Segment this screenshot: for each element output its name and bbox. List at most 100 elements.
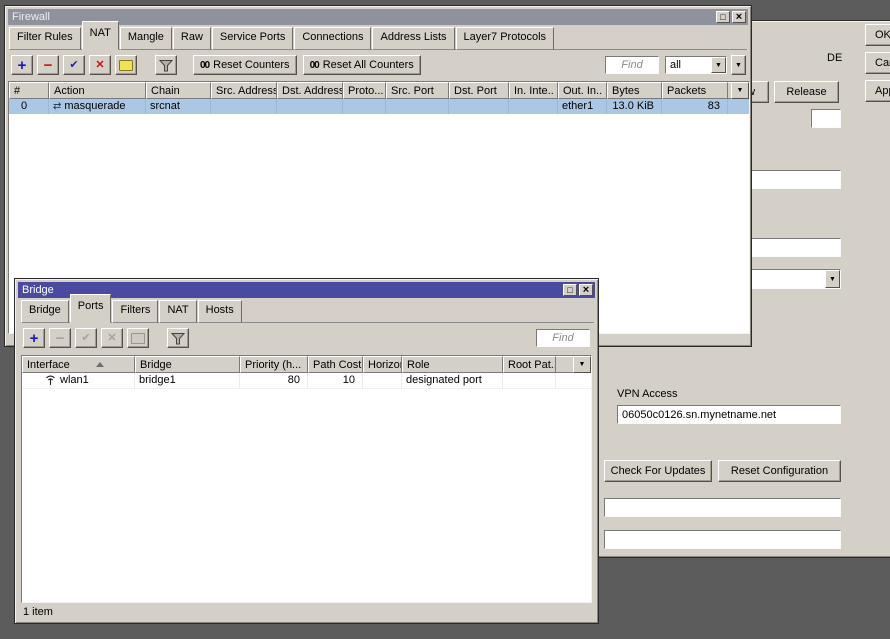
tab-nat[interactable]: NAT xyxy=(159,300,197,323)
scope-value: all xyxy=(670,59,682,71)
chevron-down-icon: ▼ xyxy=(715,61,722,69)
bridge-port-list: Interface Bridge Priority (h... Path Cos… xyxy=(21,355,592,603)
table-row[interactable]: wlan1 bridge1 80 10 designated port xyxy=(22,373,591,389)
column-header-role[interactable]: Role xyxy=(402,356,503,373)
maximize-button[interactable]: □ xyxy=(716,11,730,23)
rule-src-address xyxy=(211,99,277,114)
tab-ports[interactable]: Ports xyxy=(69,294,112,323)
tab-connections[interactable]: Connections xyxy=(294,27,372,50)
tab-service-ports[interactable]: Service Ports xyxy=(211,27,294,50)
rule-in-interface xyxy=(509,99,558,114)
column-header-bridge[interactable]: Bridge xyxy=(135,356,240,373)
comment-button[interactable] xyxy=(115,55,137,75)
reset-all-counters-button[interactable]: 00 Reset All Counters xyxy=(302,55,421,75)
reset-counters-button[interactable]: 00 Reset Counters xyxy=(193,55,297,75)
rule-protocol xyxy=(343,99,386,114)
counters-icon: 00 xyxy=(309,59,320,71)
scope-select[interactable]: all ▼ xyxy=(665,56,727,74)
release-button[interactable]: Release xyxy=(774,81,839,103)
tab-raw[interactable]: Raw xyxy=(172,27,211,50)
column-header-dst-port[interactable]: Dst. Port xyxy=(449,82,509,99)
column-header-out-interface[interactable]: Out. In.. xyxy=(558,82,607,99)
header-spacer xyxy=(556,356,573,373)
column-header-src-address[interactable]: Src. Address xyxy=(211,82,277,99)
text-field-3[interactable] xyxy=(604,498,841,517)
enable-button[interactable]: ✔ xyxy=(75,328,97,348)
desktop: { "colors": { "desktop": "#5c5c5c", "win… xyxy=(0,0,890,639)
disable-icon: ✕ xyxy=(107,331,117,344)
column-header-bytes[interactable]: Bytes xyxy=(607,82,662,99)
funnel-icon xyxy=(158,59,174,71)
column-header-in-interface[interactable]: In. Inte.. xyxy=(509,82,558,99)
maximize-button[interactable]: □ xyxy=(563,284,577,296)
tab-nat[interactable]: NAT xyxy=(81,21,119,50)
column-select-button[interactable]: ▼ xyxy=(731,82,749,99)
tab-bridge[interactable]: Bridge xyxy=(21,300,69,323)
disable-button[interactable]: ✕ xyxy=(89,55,111,75)
remove-button[interactable]: − xyxy=(37,55,59,75)
enable-button[interactable]: ✔ xyxy=(63,55,85,75)
small-field[interactable] xyxy=(811,109,841,128)
add-icon: + xyxy=(29,329,39,347)
column-header-horizon[interactable]: Horizon xyxy=(363,356,402,373)
dropdown-arrow-button[interactable]: ▼ xyxy=(825,270,840,288)
vpn-address-field[interactable]: 06050c0126.sn.mynetname.net xyxy=(617,405,841,424)
disable-button[interactable]: ✕ xyxy=(101,328,123,348)
chevron-down-icon: ▼ xyxy=(735,61,742,69)
partial-label: DE xyxy=(827,52,843,64)
column-header-root-path[interactable]: Root Pat... xyxy=(503,356,556,373)
port-root-path xyxy=(503,373,556,388)
find-input[interactable] xyxy=(536,329,590,347)
column-header-action[interactable]: Action xyxy=(49,82,146,99)
wireless-interface-icon xyxy=(44,375,57,386)
comment-button[interactable] xyxy=(127,328,149,348)
column-select-button[interactable]: ▼ xyxy=(573,356,591,373)
tab-layer7-protocols[interactable]: Layer7 Protocols xyxy=(455,27,555,50)
reset-configuration-button[interactable]: Reset Configuration xyxy=(718,460,841,482)
scope-arrow-button[interactable]: ▼ xyxy=(711,57,726,73)
column-header-path-cost[interactable]: Path Cost xyxy=(308,356,363,373)
column-header-protocol[interactable]: Proto... xyxy=(343,82,386,99)
port-horizon xyxy=(363,373,402,388)
ok-button[interactable]: OK xyxy=(865,24,890,46)
cancel-button[interactable]: Cancel xyxy=(865,52,890,74)
column-header-src-port[interactable]: Src. Port xyxy=(386,82,449,99)
toolbar-dropdown-button[interactable]: ▼ xyxy=(731,55,746,75)
reset-counters-label: Reset Counters xyxy=(213,59,290,71)
filter-button[interactable] xyxy=(167,328,189,348)
funnel-icon xyxy=(170,332,186,344)
tab-mangle[interactable]: Mangle xyxy=(119,27,172,50)
column-header-chain[interactable]: Chain xyxy=(146,82,211,99)
filter-button[interactable] xyxy=(155,55,177,75)
apply-button[interactable]: Apply xyxy=(865,80,890,102)
check-for-updates-button[interactable]: Check For Updates xyxy=(604,460,712,482)
bridge-toolbar: + − ✔ ✕ xyxy=(23,326,590,350)
close-button[interactable]: × xyxy=(579,284,593,296)
tab-filter-rules[interactable]: Filter Rules xyxy=(9,27,81,50)
find-input[interactable] xyxy=(605,56,659,74)
bridge-window: Bridge □ × Bridge Ports Filters NAT Host… xyxy=(14,278,599,624)
nat-list-header: # Action Chain Src. Address Dst. Address… xyxy=(9,82,749,99)
tab-address-lists[interactable]: Address Lists xyxy=(372,27,455,50)
column-header-dst-address[interactable]: Dst. Address xyxy=(277,82,343,99)
remove-button[interactable]: − xyxy=(49,328,71,348)
titlebar[interactable]: Firewall □ × xyxy=(8,9,748,25)
firewall-toolbar: + − ✔ ✕ 00 Reset Counters 00 Reset All C… xyxy=(11,53,746,77)
column-header-priority[interactable]: Priority (h... xyxy=(240,356,308,373)
chevron-down-icon: ▼ xyxy=(578,361,586,368)
firewall-tabbar: Filter Rules NAT Mangle Raw Service Port… xyxy=(9,21,747,50)
column-header-interface[interactable]: Interface xyxy=(22,356,135,373)
sort-ascending-icon xyxy=(95,362,104,367)
port-path-cost: 10 xyxy=(308,373,363,388)
rule-num: 0 xyxy=(9,99,49,114)
column-header-packets[interactable]: Packets xyxy=(662,82,728,99)
column-header-num[interactable]: # xyxy=(9,82,49,99)
close-button[interactable]: × xyxy=(732,11,746,23)
add-button[interactable]: + xyxy=(23,328,45,348)
tab-hosts[interactable]: Hosts xyxy=(197,300,242,323)
add-button[interactable]: + xyxy=(11,55,33,75)
table-row[interactable]: 0 ⇄ masquerade srcnat ether1 13.0 KiB 83 xyxy=(9,99,749,114)
add-icon: + xyxy=(17,56,27,74)
text-field-4[interactable] xyxy=(604,530,841,549)
tab-filters[interactable]: Filters xyxy=(112,300,159,323)
